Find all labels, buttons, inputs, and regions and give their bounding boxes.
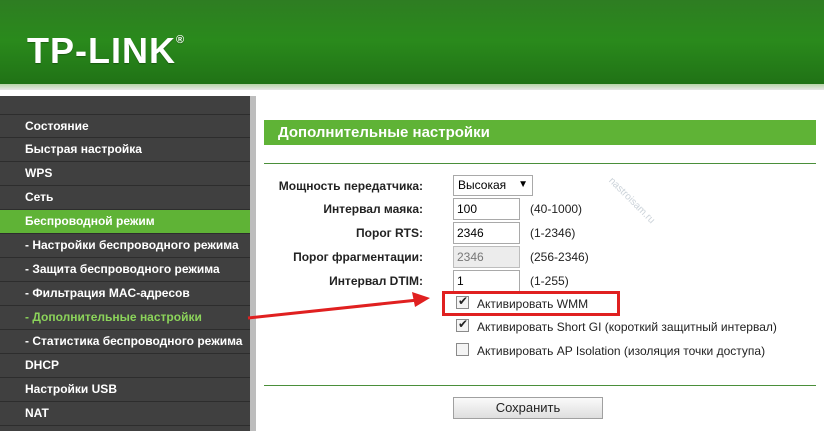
checkmark-icon: ✔ [458, 294, 469, 309]
sidebar-item-mac-filtering[interactable]: - Фильтрация MAC-адресов [0, 282, 250, 306]
ap-isolation-option[interactable]: Активировать AP Isolation (изоляция точк… [456, 343, 765, 361]
sidebar-item-nat[interactable]: NAT [0, 402, 250, 426]
sidebar-item-wireless[interactable]: Беспроводной режим [0, 210, 250, 234]
checkmark-icon: ✔ [458, 317, 469, 332]
sidebar-menu: Состояние Быстрая настройка WPS Сеть Бес… [0, 96, 250, 431]
sidebar-item-wireless-statistics[interactable]: - Статистика беспроводного режима [0, 330, 250, 354]
page-title: Дополнительные настройки [264, 120, 816, 145]
divider [264, 385, 816, 386]
sidebar-item-dhcp[interactable]: DHCP [0, 354, 250, 378]
ap-isolation-checkbox[interactable] [456, 343, 469, 357]
divider [264, 163, 816, 164]
short-gi-checkbox[interactable]: ✔ [456, 317, 469, 333]
sidebar-item-quick-setup[interactable]: Быстрая настройка [0, 138, 250, 162]
beacon-interval-label: Интервал маяка: [323, 202, 423, 216]
dtim-interval-input[interactable] [453, 270, 520, 292]
sidebar-item-advanced-settings[interactable]: - Дополнительные настройки [0, 306, 250, 330]
fragmentation-threshold-label: Порог фрагментации: [293, 250, 423, 264]
tx-power-select[interactable]: Высокая ▼ [453, 175, 533, 196]
dtim-interval-label: Интервал DTIM: [329, 274, 423, 288]
sidebar-item-wireless-security[interactable]: - Защита беспроводного режима [0, 258, 250, 282]
sidebar-item-status[interactable]: Состояние [0, 114, 250, 138]
fragmentation-threshold-input [453, 246, 520, 268]
watermark-text: nastroisam.ru [606, 175, 657, 227]
tx-power-label: Мощность передатчика: [278, 179, 423, 193]
short-gi-option[interactable]: ✔ Активировать Short GI (короткий защитны… [456, 317, 777, 337]
chevron-down-icon: ▼ [518, 179, 528, 190]
ap-isolation-label: Активировать AP Isolation (изоляция точк… [477, 343, 766, 358]
tp-link-logo: TP-LINK® [27, 30, 186, 71]
dtim-interval-range: (1-255) [530, 274, 569, 288]
wmm-checkbox[interactable]: ✔ [456, 294, 469, 310]
sidebar-item-wps[interactable]: WPS [0, 162, 250, 186]
short-gi-label: Активировать Short GI (короткий защитный… [477, 319, 777, 334]
save-button[interactable]: Сохранить [453, 397, 603, 419]
sidebar-item-network[interactable]: Сеть [0, 186, 250, 210]
beacon-interval-input[interactable] [453, 198, 520, 220]
rts-threshold-input[interactable] [453, 222, 520, 244]
wmm-label: Активировать WMM [477, 296, 589, 311]
wmm-option[interactable]: ✔ Активировать WMM [456, 294, 589, 314]
sidebar-item-wireless-settings[interactable]: - Настройки беспроводного режима [0, 234, 250, 258]
sidebar-item-usb-settings[interactable]: Настройки USB [0, 378, 250, 402]
rts-threshold-label: Порог RTS: [356, 226, 423, 240]
header-banner: TP-LINK® [0, 0, 824, 90]
main-content: Дополнительные настройки Мощность переда… [256, 96, 824, 431]
